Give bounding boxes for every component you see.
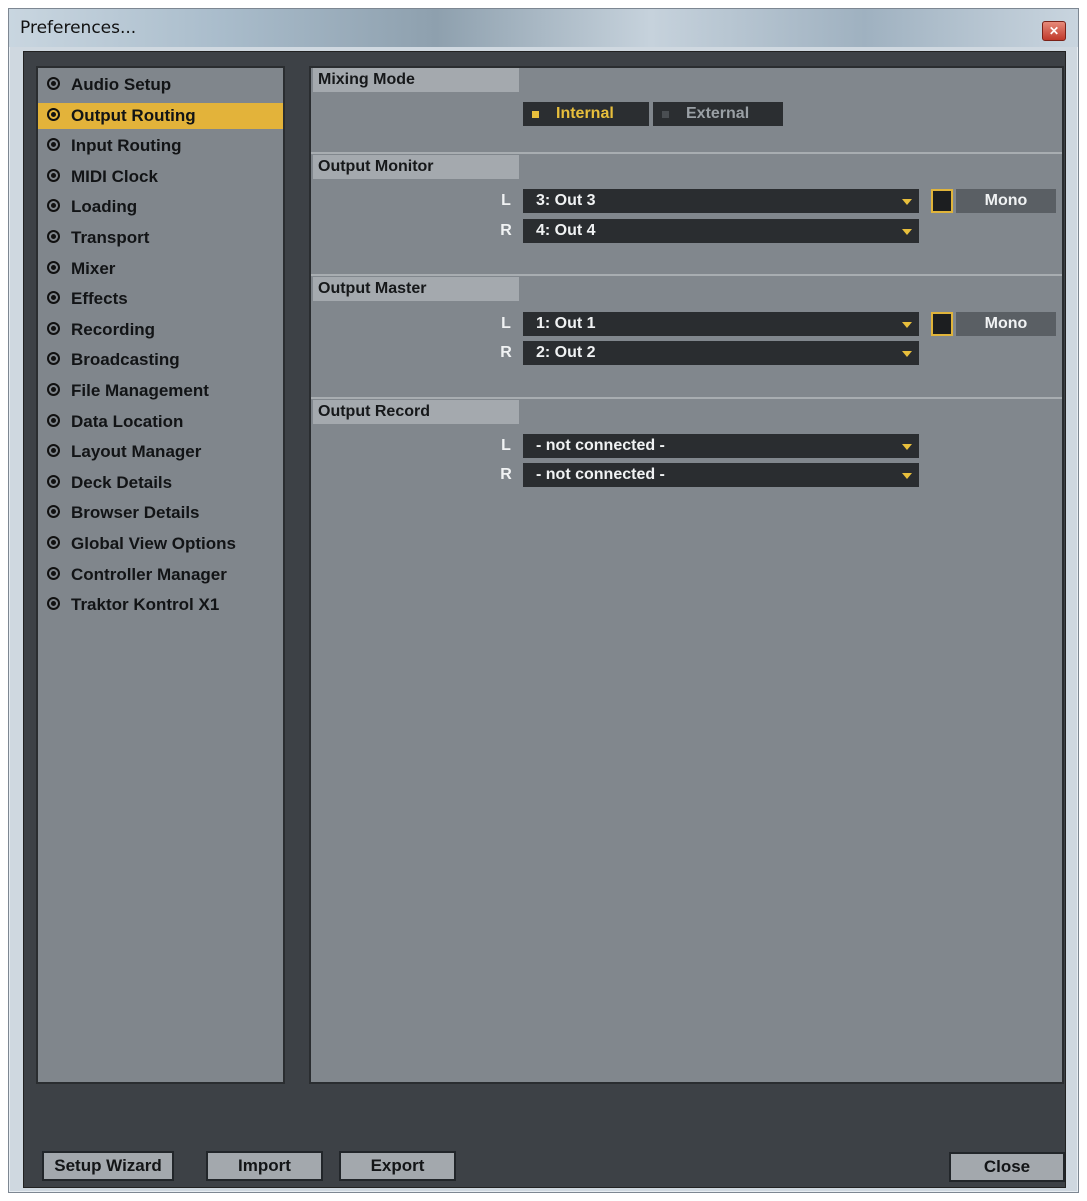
master-mono-checkbox[interactable] [931,312,953,336]
radio-bullet-icon [47,474,60,488]
sidebar-item-file-management[interactable]: File Management [38,378,283,404]
sidebar-item-layout-manager[interactable]: Layout Manager [38,439,283,465]
monitor-mono-label[interactable]: Mono [956,189,1056,213]
sidebar-item-label: Deck Details [71,472,173,492]
sidebar-item-browser-details[interactable]: Browser Details [38,500,283,526]
output-routing-panel: Mixing Mode Internal External Output Mon… [309,66,1064,1084]
radio-bullet-icon [47,505,60,519]
radio-bullet-icon [47,444,60,458]
export-button[interactable]: Export [339,1151,456,1181]
sidebar-item-audio-setup[interactable]: Audio Setup [38,72,283,98]
output-monitor-header: Output Monitor [313,155,519,179]
record-right-output-select[interactable]: - not connected - [523,463,919,487]
section-divider [311,397,1062,399]
mixing-mode-internal-button[interactable]: Internal [523,102,649,126]
sidebar-item-global-view-options[interactable]: Global View Options [38,531,283,557]
sidebar-item-label: Global View Options [71,534,236,553]
radio-bullet-icon [47,536,60,549]
sidebar-item-traktor-kontrol-x1[interactable]: Traktor Kontrol X1 [38,592,283,618]
radio-bullet-icon [47,413,60,427]
setup-wizard-button[interactable]: Setup Wizard [42,1151,174,1181]
sidebar-item-loading[interactable]: Loading [38,194,283,220]
radio-bullet-icon [47,260,60,274]
selected-indicator-icon [532,111,539,118]
section-divider [311,274,1062,276]
monitor-left-channel-label: L [501,192,511,209]
sidebar-item-transport[interactable]: Transport [38,225,283,251]
close-icon[interactable]: ✕ [1042,21,1066,41]
import-button[interactable]: Import [206,1151,323,1181]
radio-bullet-icon [47,77,60,90]
sidebar: Audio Setup Output Routing Input Routing MI… [36,66,285,1084]
sidebar-item-data-location[interactable]: Data Location [38,409,283,435]
radio-bullet-icon [47,352,60,366]
output-master-header: Output Master [313,277,519,301]
record-right-channel-label: R [500,466,512,483]
sidebar-item-input-routing[interactable]: Input Routing [38,133,283,159]
sidebar-item-mixer[interactable]: Mixer [38,256,283,282]
radio-bullet-icon [47,168,60,182]
radio-bullet-icon [47,321,60,335]
sidebar-item-label: File Management [71,381,209,400]
mixing-mode-external-button[interactable]: External [653,102,783,126]
master-right-channel-label: R [500,344,512,361]
sidebar-item-label: Audio Setup [71,75,172,94]
dropdown-arrow-icon [902,473,912,479]
title-bar[interactable]: Preferences... ✕ [9,9,1078,47]
radio-bullet-icon [47,138,60,152]
output-record-header: Output Record [313,400,519,424]
record-left-channel-label: L [501,437,511,454]
radio-bullet-icon [47,291,60,305]
window-title: Preferences... [20,18,137,38]
sidebar-item-label: Input Routing [71,136,182,156]
sidebar-item-label: Layout Manager [71,442,202,462]
sidebar-item-output-routing[interactable]: Output Routing [38,102,283,129]
monitor-left-output-select[interactable]: 3: Out 3 [523,189,919,213]
dropdown-arrow-icon [902,322,912,328]
sidebar-item-label: Mixer [71,258,116,278]
dropdown-arrow-icon [902,199,912,205]
unselected-indicator-icon [662,111,669,118]
monitor-right-channel-label: R [500,222,512,239]
radio-bullet-icon [47,107,60,121]
sidebar-item-broadcasting[interactable]: Broadcasting [38,347,283,373]
radio-bullet-icon [47,199,60,213]
dropdown-arrow-icon [902,229,912,235]
sidebar-item-label: Effects [71,289,128,309]
master-left-channel-label: L [501,315,511,332]
monitor-right-output-select[interactable]: 4: Out 4 [523,219,919,243]
sidebar-item-label: Controller Manager [71,564,227,584]
dropdown-arrow-icon [902,351,912,357]
dropdown-arrow-icon [902,444,912,450]
sidebar-item-deck-details[interactable]: Deck Details [38,470,283,496]
mixing-mode-header: Mixing Mode [313,68,519,92]
master-mono-label[interactable]: Mono [956,312,1056,336]
preferences-window: Preferences... ✕ Audio Setup Output Routi… [8,8,1079,1193]
monitor-mono-checkbox[interactable] [931,189,953,213]
sidebar-item-label: Data Location [71,411,184,431]
preferences-client-area: Audio Setup Output Routing Input Routing MI… [23,51,1066,1188]
radio-bullet-icon [47,230,60,243]
master-right-output-select[interactable]: 2: Out 2 [523,341,919,365]
sidebar-item-label: Traktor Kontrol X1 [71,595,220,615]
sidebar-item-label: Output Routing [71,105,196,125]
master-left-output-select[interactable]: 1: Out 1 [523,312,919,336]
radio-bullet-icon [47,597,60,611]
sidebar-item-label: Loading [71,197,138,217]
sidebar-item-recording[interactable]: Recording [38,317,283,343]
sidebar-item-effects[interactable]: Effects [38,286,283,312]
sidebar-item-label: MIDI Clock [71,166,158,186]
sidebar-item-label: Broadcasting [71,350,180,370]
sidebar-item-label: Transport [71,228,150,247]
close-button[interactable]: Close [949,1152,1065,1182]
sidebar-item-controller-manager[interactable]: Controller Manager [38,562,283,588]
record-left-output-select[interactable]: - not connected - [523,434,919,458]
sidebar-item-label: Recording [71,319,156,339]
section-divider [311,152,1062,154]
radio-bullet-icon [47,383,60,396]
radio-bullet-icon [47,566,60,580]
sidebar-item-label: Browser Details [71,503,200,523]
sidebar-item-midi-clock[interactable]: MIDI Clock [38,164,283,190]
